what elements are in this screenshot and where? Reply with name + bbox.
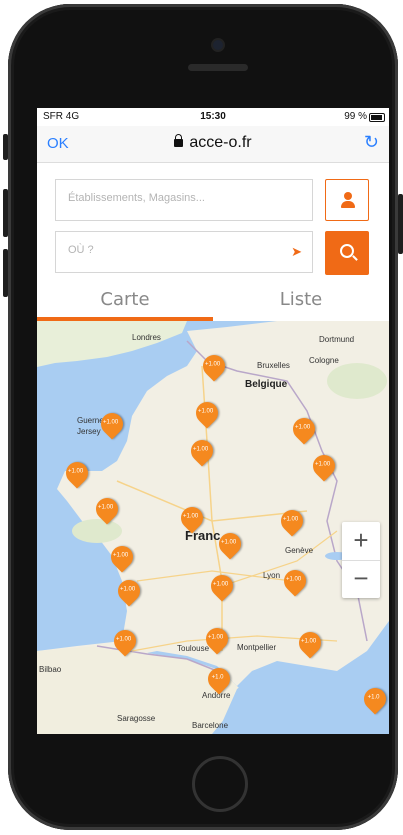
user-button[interactable] bbox=[325, 179, 369, 221]
tab-carte[interactable]: Carte bbox=[37, 289, 213, 310]
establishment-search-input[interactable]: Établissements, Magasins... bbox=[55, 179, 313, 221]
marker-label: +1.00 bbox=[314, 461, 331, 468]
location-search-input[interactable]: OÙ ? ➤ bbox=[55, 231, 313, 273]
marker-label: +1.00 bbox=[97, 504, 114, 511]
user-icon bbox=[344, 192, 352, 200]
marker-label: +1.00 bbox=[282, 516, 299, 523]
url-display[interactable]: acce-o.fr bbox=[37, 134, 389, 152]
volume-down-button bbox=[3, 249, 8, 297]
user-icon-body bbox=[341, 201, 355, 208]
earpiece-speaker bbox=[188, 64, 248, 71]
marker-label: +1.00 bbox=[207, 634, 224, 641]
map-label-toulouse: Toulouse bbox=[177, 644, 210, 653]
map-label-cologne: Cologne bbox=[309, 356, 339, 365]
marker-label: +1.00 bbox=[112, 552, 129, 559]
url-text: acce-o.fr bbox=[189, 134, 252, 151]
view-tabs: Carte Liste bbox=[37, 281, 389, 321]
map-view[interactable]: Belgique Londres Bruxelles Cologne Dortm… bbox=[37, 321, 389, 734]
browser-address-bar: OK acce-o.fr ↻ bbox=[37, 126, 389, 163]
marker-label: +1.00 bbox=[285, 576, 302, 583]
map-label-zaragoza: Saragosse bbox=[117, 714, 156, 723]
search-icon-handle bbox=[352, 255, 358, 261]
clock-text: 15:30 bbox=[200, 111, 226, 122]
mute-switch bbox=[3, 134, 8, 160]
map-label-dortmund: Dortmund bbox=[319, 335, 355, 344]
marker-label: +1.00 bbox=[102, 419, 119, 426]
marker-label: +1.00 bbox=[67, 468, 84, 475]
lock-icon bbox=[174, 134, 184, 147]
marker-label: +1.0 bbox=[211, 674, 224, 681]
front-camera bbox=[213, 40, 223, 50]
map-label-geneve: Genève bbox=[285, 546, 314, 555]
marker-label: +1.00 bbox=[197, 408, 214, 415]
power-button bbox=[398, 194, 403, 254]
marker-label: +1.00 bbox=[182, 513, 199, 520]
phone-screen: SFR 4G 15:30 99 % OK acce-o.fr ↻ Établis… bbox=[37, 108, 389, 734]
map-label-london: Londres bbox=[132, 333, 161, 342]
battery-text: 99 % bbox=[344, 111, 367, 122]
map-label-montpellier: Montpellier bbox=[237, 643, 277, 652]
reload-icon[interactable]: ↻ bbox=[364, 132, 379, 153]
marker-label: +1.00 bbox=[204, 361, 221, 368]
map-label-jersey: Jersey bbox=[77, 427, 101, 436]
marker-label: +1.0 bbox=[367, 694, 380, 701]
home-button[interactable] bbox=[192, 756, 248, 812]
marker-label: +1.00 bbox=[294, 424, 311, 431]
status-bar: SFR 4G 15:30 99 % bbox=[37, 108, 389, 126]
map-label-belgique: Belgique bbox=[245, 379, 288, 390]
volume-up-button bbox=[3, 189, 8, 237]
marker-label: +1.00 bbox=[300, 638, 317, 645]
map-label-brussels: Bruxelles bbox=[257, 361, 290, 370]
search-button[interactable] bbox=[325, 231, 369, 275]
location-arrow-icon[interactable]: ➤ bbox=[291, 244, 302, 260]
marker-label: +1.00 bbox=[220, 539, 237, 546]
marker-label: +1.00 bbox=[192, 446, 209, 453]
map-label-bilbao: Bilbao bbox=[39, 665, 62, 674]
marker-label: +1.00 bbox=[212, 581, 229, 588]
zoom-out-button[interactable]: − bbox=[342, 560, 380, 598]
map-label-barcelona: Barcelone bbox=[192, 721, 229, 730]
battery-icon bbox=[369, 113, 385, 122]
establishment-placeholder: Établissements, Magasins... bbox=[68, 192, 205, 204]
marker-label: +1.00 bbox=[115, 636, 132, 643]
zoom-controls: + − bbox=[342, 522, 380, 598]
zoom-in-button[interactable]: + bbox=[342, 522, 380, 561]
location-placeholder: OÙ ? bbox=[68, 244, 94, 256]
tab-liste[interactable]: Liste bbox=[213, 289, 389, 310]
map-label-lyon: Lyon bbox=[263, 571, 281, 580]
marker-label: +1.00 bbox=[119, 586, 136, 593]
